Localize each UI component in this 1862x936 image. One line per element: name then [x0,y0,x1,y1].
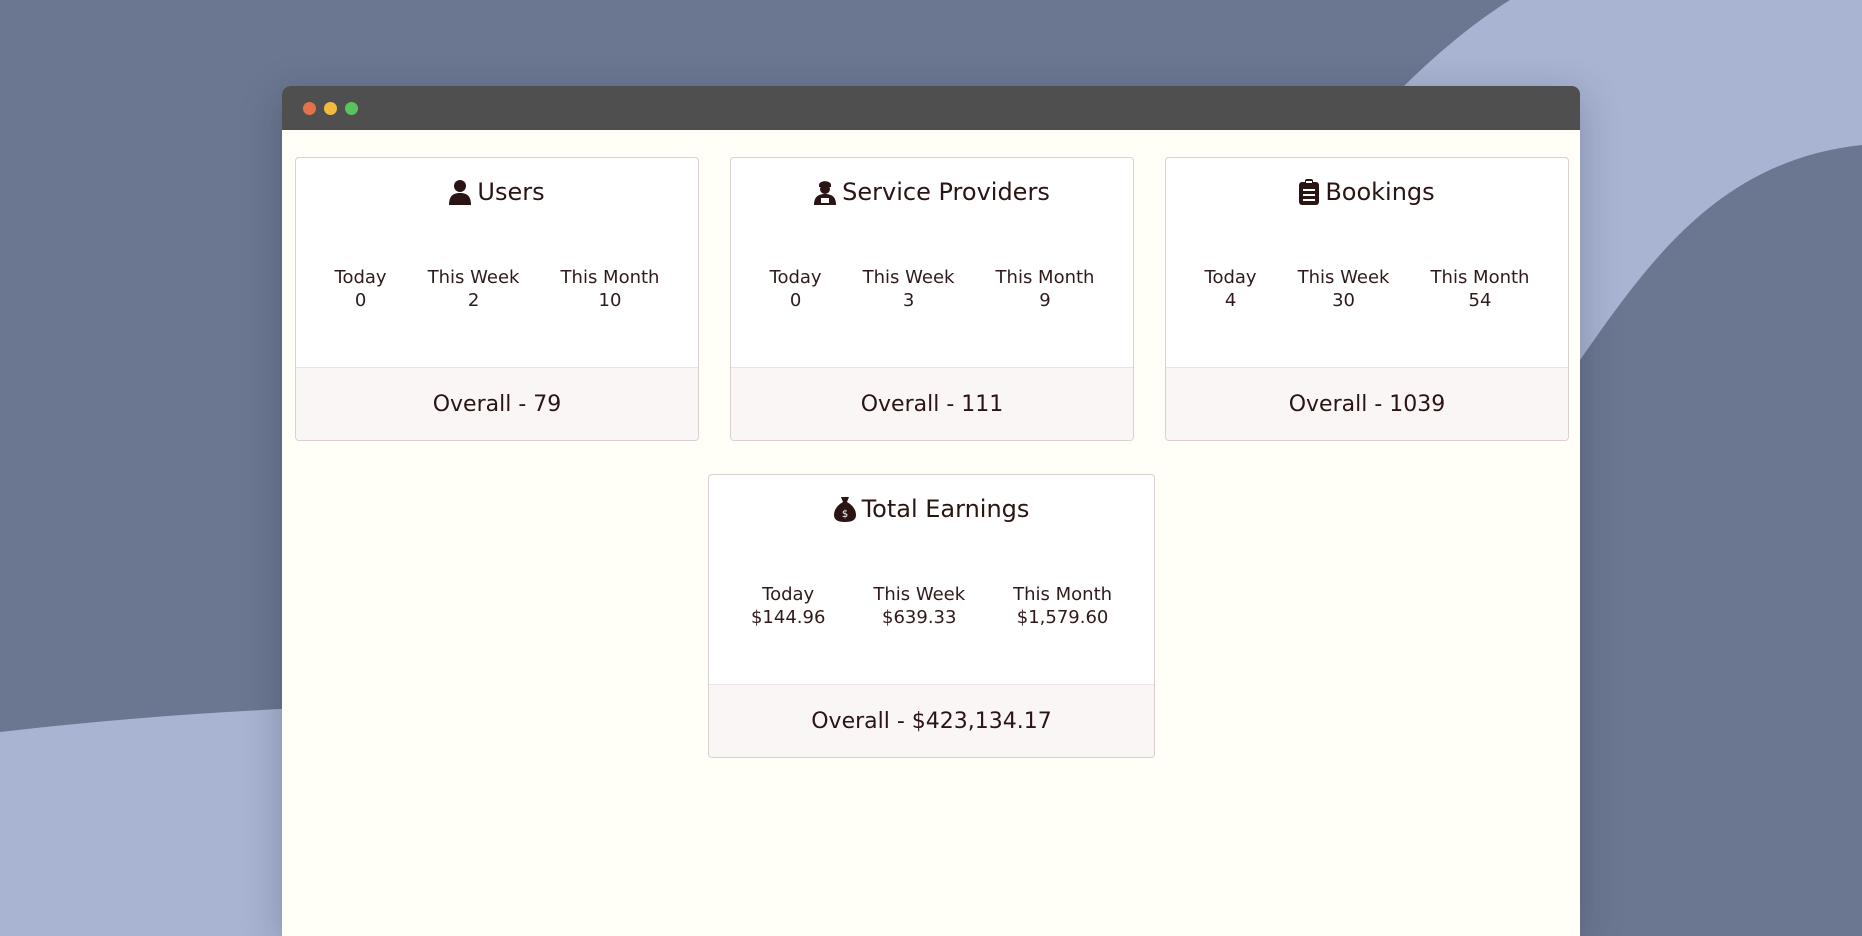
minimize-window-dot[interactable] [324,101,337,115]
total-earnings-overall: Overall - $423,134.17 [709,684,1154,757]
card-title-text: Bookings [1325,178,1435,206]
stat-this-month: This Month 54 [1431,266,1530,312]
stat-value: 3 [902,290,915,311]
total-earnings-card: $ Total Earnings Today $144.96 This Week… [708,474,1155,758]
card-title-text: Total Earnings [861,495,1030,523]
stat-value: 9 [1039,290,1051,311]
service-providers-card-title: Service Providers [731,178,1133,206]
stat-this-week: This Week 2 [428,266,520,312]
stat-label: Today [334,267,387,288]
money-bag-icon: $ [833,497,856,522]
stat-today: Today 4 [1205,266,1257,312]
users-overall: Overall - 79 [296,367,698,440]
stat-label: This Week [862,267,955,288]
stat-value: 4 [1224,290,1237,311]
stat-this-week: This Week 3 [863,266,955,312]
stat-today: Today 0 [770,266,822,312]
service-provider-icon [814,181,837,205]
stat-label: Today [769,267,822,288]
users-card-title: Users [296,178,698,206]
stat-value: 54 [1468,290,1492,311]
stat-label: Today [1204,267,1257,288]
card-title-text: Service Providers [842,178,1050,206]
users-card: Users Today 0 This Week 2 This Month 10 … [295,157,699,441]
clipboard-icon [1299,179,1320,205]
browser-window: Users Today 0 This Week 2 This Month 10 … [282,86,1580,936]
stat-value: 30 [1332,290,1356,311]
stat-value: 0 [789,290,802,311]
stat-this-week: This Week $639.33 [873,583,965,629]
user-icon [449,180,472,205]
maximize-window-dot[interactable] [345,101,358,115]
stat-value: $144.96 [750,607,826,628]
card-title-text: Users [477,178,545,206]
stat-label: This Month [1013,584,1113,605]
stat-this-month: This Month $1,579.60 [1013,583,1112,629]
window-titlebar [282,86,1580,130]
stat-label: This Month [560,267,660,288]
service-providers-card: Service Providers Today 0 This Week 3 Th… [730,157,1134,441]
close-window-dot[interactable] [303,101,316,115]
stat-label: This Week [873,584,966,605]
stat-today: Today 0 [335,266,387,312]
stat-today: Today $144.96 [751,583,825,629]
stat-label: This Week [1297,267,1390,288]
stat-this-month: This Month 9 [996,266,1095,312]
stat-this-week: This Week 30 [1298,266,1390,312]
stat-label: Today [762,584,815,605]
stat-label: This Week [427,267,520,288]
bookings-card-title: Bookings [1166,178,1568,206]
service-providers-overall: Overall - 111 [731,367,1133,440]
bookings-overall: Overall - 1039 [1166,367,1568,440]
stat-value: $1,579.60 [1016,607,1109,628]
stat-value: $639.33 [882,607,957,628]
stat-value: 2 [467,290,480,311]
stat-value: 0 [354,290,367,311]
svg-text:$: $ [841,509,847,520]
bookings-card: Bookings Today 4 This Week 30 This Month… [1165,157,1569,441]
stat-label: This Month [1430,267,1530,288]
stat-label: This Month [995,267,1095,288]
stat-value: 10 [598,290,622,311]
stat-this-month: This Month 10 [561,266,660,312]
total-earnings-card-title: $ Total Earnings [709,495,1154,523]
